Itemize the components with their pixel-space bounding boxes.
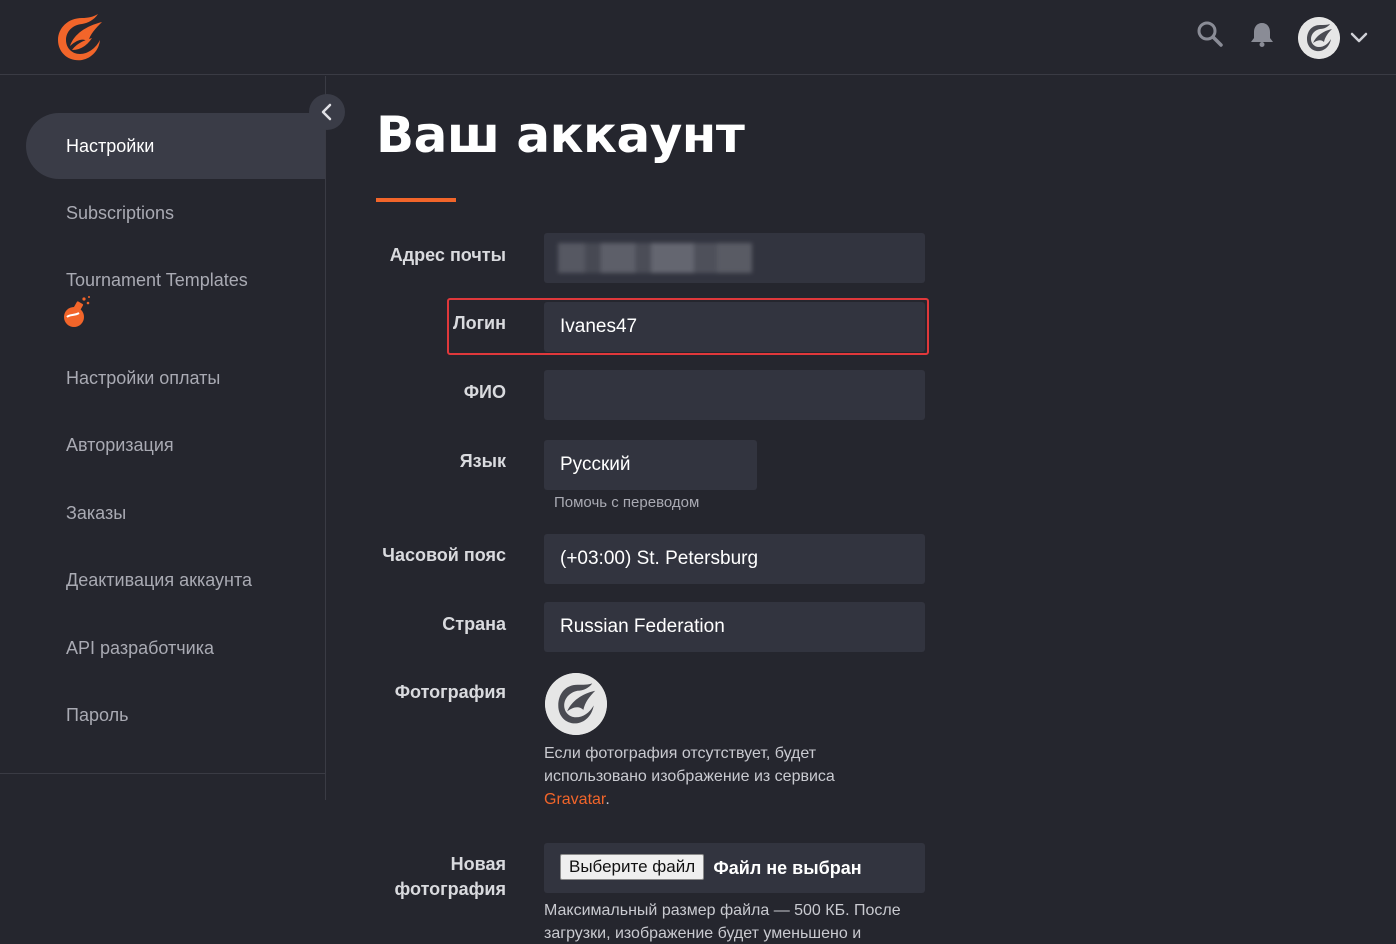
new-photo-label-line: Новая: [450, 854, 506, 874]
login-field[interactable]: Ivanes47: [544, 302, 925, 352]
sidebar-item-orders[interactable]: Заказы: [26, 503, 325, 524]
sidebar-item-label: Tournament Templates: [66, 270, 248, 290]
language-select[interactable]: Русский: [544, 440, 757, 490]
top-bar: [0, 0, 1396, 75]
page-title: Ваш аккаунт: [376, 106, 745, 164]
sidebar-item-label: Авторизация: [66, 435, 174, 455]
sidebar-item-authorization[interactable]: Авторизация: [26, 435, 325, 456]
sidebar-item-tournament-templates[interactable]: Tournament Templates: [26, 270, 325, 329]
sidebar-item-deactivation[interactable]: Деактивация аккаунта: [26, 570, 325, 591]
sidebar-item-label: Настройки оплаты: [66, 368, 221, 388]
chevron-left-icon: [321, 103, 332, 121]
avatar[interactable]: [1298, 17, 1340, 59]
title-underline: [376, 198, 456, 202]
photo-desc-line: использовано изображение из сервиса: [544, 768, 835, 785]
fio-field[interactable]: [544, 370, 925, 420]
sidebar-collapse-button[interactable]: [309, 94, 345, 130]
fio-label: ФИО: [463, 382, 506, 402]
country-label: Страна: [442, 614, 506, 634]
sidebar: [0, 76, 326, 774]
blurred-email: [558, 243, 752, 273]
new-photo-description: Максимальный размер файла — 500 КБ. Посл…: [544, 899, 934, 944]
login-label: Логин: [452, 313, 506, 333]
new-photo-label-line: фотография: [394, 879, 506, 899]
timezone-label: Часовой пояс: [382, 545, 506, 565]
new-photo-desc-line: загрузки, изображение будет уменьшено и: [544, 925, 862, 942]
sidebar-item-label: API разработчика: [66, 638, 214, 658]
translate-help-link[interactable]: Помочь с переводом: [554, 494, 699, 511]
chevron-down-icon[interactable]: [1348, 26, 1370, 48]
new-photo-label: Новая фотография: [306, 852, 506, 902]
sidebar-item-label: Subscriptions: [66, 203, 175, 223]
photo-desc-line: Gravatar.: [544, 788, 934, 811]
sidebar-item-settings[interactable]: Настройки: [26, 113, 325, 179]
language-label: Язык: [459, 451, 506, 471]
potion-icon: [64, 296, 90, 327]
timezone-select[interactable]: (+03:00) St. Petersburg: [544, 534, 925, 584]
sidebar-item-password[interactable]: Пароль: [26, 705, 325, 726]
new-photo-desc-line: Максимальный размер файла — 500 КБ. Посл…: [544, 902, 901, 919]
photo-description: Если фотография отсутствует, будет испол…: [544, 742, 934, 811]
bell-icon[interactable]: [1248, 20, 1276, 48]
email-field[interactable]: [544, 233, 925, 283]
logo-icon[interactable]: [52, 12, 108, 64]
sidebar-item-label: Заказы: [66, 503, 127, 523]
sidebar-item-label: Настройки: [66, 136, 155, 156]
country-select[interactable]: Russian Federation: [544, 602, 925, 652]
file-input: Выберите файл Файл не выбран: [544, 843, 925, 893]
sidebar-item-payment-settings[interactable]: Настройки оплаты: [26, 368, 325, 389]
file-status: Файл не выбран: [713, 858, 862, 878]
sidebar-divider: [325, 774, 326, 800]
sidebar-item-label: Деактивация аккаунта: [66, 570, 253, 590]
photo-avatar: [545, 673, 607, 735]
choose-file-button[interactable]: Выберите файл: [560, 853, 705, 880]
sidebar-item-api[interactable]: API разработчика: [26, 638, 325, 659]
gravatar-link[interactable]: Gravatar: [544, 791, 605, 808]
email-label: Адрес почты: [389, 245, 506, 265]
sidebar-item-label: Пароль: [66, 705, 129, 725]
photo-label: Фотография: [394, 682, 506, 702]
search-icon[interactable]: [1196, 20, 1224, 48]
photo-desc-period: .: [605, 791, 610, 808]
sidebar-item-subscriptions[interactable]: Subscriptions: [26, 203, 325, 224]
photo-desc-line: Если фотография отсутствует, будет: [544, 745, 817, 762]
